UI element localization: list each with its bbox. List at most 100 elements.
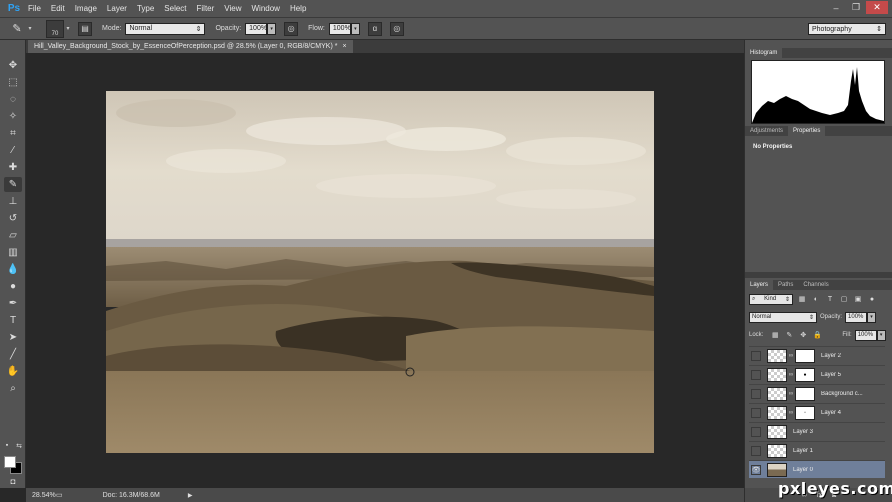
- maximize-button[interactable]: ❐: [846, 1, 866, 14]
- tab-histogram[interactable]: Histogram: [745, 48, 783, 58]
- layer-filter-dropdown[interactable]: ⌕ Kind ⇕: [749, 293, 793, 305]
- chevron-down-icon[interactable]: ▾: [26, 25, 34, 32]
- opacity-field[interactable]: 100%: [245, 22, 268, 35]
- path-selection-tool-icon[interactable]: ➤: [4, 330, 22, 345]
- chevron-down-icon[interactable]: ▾: [64, 25, 72, 32]
- layer-opacity-field[interactable]: 100%: [845, 311, 868, 323]
- lock-row: Lock: ▦ ✎ ✥ 🔒 Fill: 100% ▾: [749, 329, 886, 341]
- pressure-opacity-icon[interactable]: ◎: [284, 21, 299, 36]
- move-tool-icon[interactable]: ✥: [4, 58, 22, 73]
- flow-slider-toggle[interactable]: ▾: [350, 22, 360, 35]
- visibility-toggle[interactable]: [751, 445, 761, 456]
- tab-layers[interactable]: Layers: [745, 280, 774, 290]
- eraser-tool-icon[interactable]: ▱: [4, 228, 22, 243]
- brush-tool-preset-icon[interactable]: ✎: [8, 21, 26, 37]
- filter-shape-icon[interactable]: ▢: [839, 294, 849, 304]
- menu-select[interactable]: Select: [159, 4, 191, 13]
- filter-smart-object-icon[interactable]: ▣: [853, 294, 863, 304]
- layer-row-selected[interactable]: 👁 Layer 0: [749, 460, 885, 478]
- gradient-tool-icon[interactable]: ▥: [4, 245, 22, 260]
- blur-tool-icon[interactable]: 💧: [4, 262, 22, 277]
- landscape-photo[interactable]: [106, 91, 654, 453]
- menu-filter[interactable]: Filter: [192, 4, 220, 13]
- flow-field[interactable]: 100%: [328, 22, 351, 35]
- layer-row[interactable]: Layer 1: [749, 441, 885, 459]
- layer-mask-thumbnail[interactable]: [795, 386, 815, 401]
- airbrush-icon[interactable]: ɑ: [367, 21, 382, 36]
- tab-paths[interactable]: Paths: [773, 280, 798, 290]
- minimize-button[interactable]: –: [826, 1, 846, 14]
- mode-dropdown[interactable]: Normal ⇕: [125, 22, 206, 35]
- eye-icon[interactable]: 👁: [751, 464, 761, 475]
- filter-adjustment-icon[interactable]: ◐: [811, 294, 821, 304]
- menu-type[interactable]: Type: [132, 4, 159, 13]
- layer-row[interactable]: ∞ ▫ Layer 4: [749, 403, 885, 421]
- hand-tool-icon[interactable]: ✋: [4, 364, 22, 379]
- blend-mode-dropdown[interactable]: Normal ⇕: [749, 311, 817, 323]
- visibility-toggle[interactable]: [751, 388, 761, 399]
- mode-label: Mode:: [102, 25, 122, 32]
- zoom-tool-icon[interactable]: ⌕: [4, 381, 22, 396]
- visibility-toggle[interactable]: [751, 350, 761, 361]
- crop-tool-icon[interactable]: ⌗: [4, 126, 22, 141]
- history-brush-tool-icon[interactable]: ↺: [4, 211, 22, 226]
- workspace-dropdown[interactable]: Photography ⇕: [808, 23, 886, 35]
- layer-mask-thumbnail[interactable]: ▫: [795, 405, 815, 420]
- lock-transparent-icon[interactable]: ▦: [770, 330, 780, 340]
- brush-size-picker[interactable]: 70: [46, 19, 64, 38]
- layer-row[interactable]: Layer 3: [749, 422, 885, 440]
- type-tool-icon[interactable]: T: [4, 313, 22, 328]
- menu-window[interactable]: Window: [247, 4, 285, 13]
- eyedropper-tool-icon[interactable]: ⁄: [4, 143, 22, 158]
- menu-edit[interactable]: Edit: [46, 4, 70, 13]
- pressure-size-icon[interactable]: ◎: [389, 21, 404, 36]
- visibility-toggle[interactable]: [751, 369, 761, 380]
- fill-field[interactable]: 100%: [854, 329, 877, 341]
- visibility-toggle[interactable]: [751, 407, 761, 418]
- filter-pixel-icon[interactable]: ▦: [797, 294, 807, 304]
- layer-mask-thumbnail[interactable]: [795, 348, 815, 363]
- canvas-area[interactable]: [26, 53, 744, 488]
- chevron-updown-icon: ⇕: [195, 25, 202, 33]
- tab-adjustments[interactable]: Adjustments: [745, 126, 788, 136]
- lock-all-icon[interactable]: 🔒: [812, 330, 822, 340]
- tab-channels[interactable]: Channels: [798, 280, 833, 290]
- menu-image[interactable]: Image: [70, 4, 102, 13]
- visibility-toggle[interactable]: [751, 426, 761, 437]
- marquee-tool-icon[interactable]: ⬚: [4, 75, 22, 90]
- quick-mask-icon[interactable]: ◘: [4, 476, 22, 486]
- tab-properties[interactable]: Properties: [788, 126, 826, 136]
- dodge-tool-icon[interactable]: ●: [4, 279, 22, 294]
- filter-type-icon[interactable]: T: [825, 294, 835, 304]
- menu-layer[interactable]: Layer: [102, 4, 132, 13]
- layer-row[interactable]: ∞ Background c...: [749, 384, 885, 402]
- lasso-tool-icon[interactable]: ◌: [4, 92, 22, 107]
- lock-position-icon[interactable]: ✥: [798, 330, 808, 340]
- healing-brush-tool-icon[interactable]: ✚: [4, 160, 22, 175]
- layer-row[interactable]: ∞ Layer 2: [749, 346, 885, 364]
- layer-mask-thumbnail[interactable]: ●: [795, 367, 815, 382]
- document-tab[interactable]: Hill_Valley_Background_Stock_by_EssenceO…: [28, 40, 353, 53]
- brush-panel-toggle-icon[interactable]: ▤: [78, 21, 92, 36]
- menu-view[interactable]: View: [219, 4, 246, 13]
- pen-tool-icon[interactable]: ✒: [4, 296, 22, 311]
- filter-toggle-icon[interactable]: ●: [867, 294, 877, 304]
- lock-pixels-icon[interactable]: ✎: [784, 330, 794, 340]
- foreground-color-swatch[interactable]: [4, 456, 16, 468]
- line-tool-icon[interactable]: ╱: [4, 347, 22, 362]
- swap-colors-icon[interactable]: ⇆: [14, 438, 24, 453]
- brush-tool-icon[interactable]: ✎: [4, 177, 22, 192]
- layer-row[interactable]: ∞ ● Layer 5: [749, 365, 885, 383]
- zoom-level[interactable]: 28.54%: [32, 492, 56, 499]
- layer-opacity-toggle[interactable]: ▾: [867, 311, 877, 323]
- status-menu-arrow-icon[interactable]: ▶: [188, 492, 193, 499]
- fill-toggle[interactable]: ▾: [876, 329, 886, 341]
- quick-selection-tool-icon[interactable]: ✧: [4, 109, 22, 124]
- clone-stamp-tool-icon[interactable]: ⊥: [4, 194, 22, 209]
- close-tab-icon[interactable]: ×: [342, 43, 346, 50]
- default-colors-icon[interactable]: ▪: [2, 438, 12, 453]
- menu-file[interactable]: File: [23, 4, 46, 13]
- menu-help[interactable]: Help: [285, 4, 311, 13]
- opacity-slider-toggle[interactable]: ▾: [267, 22, 277, 35]
- close-button[interactable]: ✕: [866, 1, 888, 14]
